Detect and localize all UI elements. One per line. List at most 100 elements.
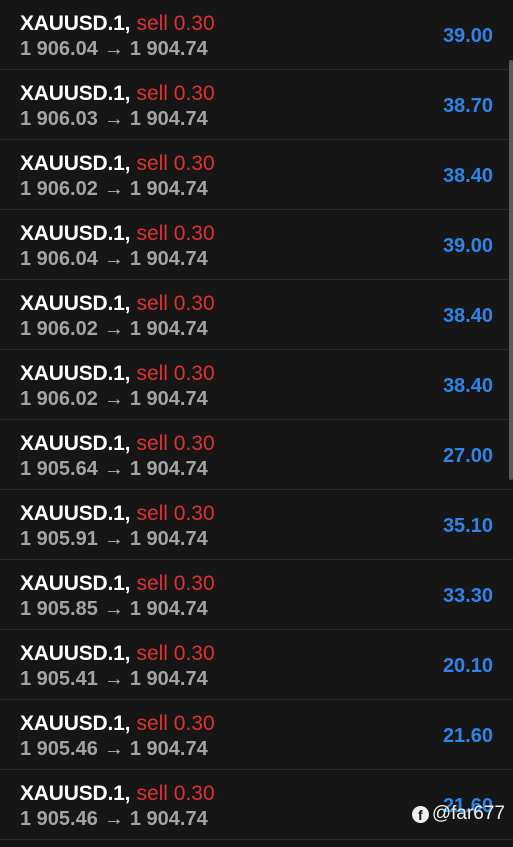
position-row[interactable]: XAUUSD.1, sell 0.30 1 906.04 → 1 904.74 39.… bbox=[0, 210, 513, 280]
position-header: XAUUSD.1, sell 0.30 bbox=[20, 572, 215, 596]
separator: , bbox=[124, 292, 131, 315]
symbol-label: XAUUSD.1 bbox=[20, 502, 125, 525]
price-line: 1 906.04 → 1 904.74 bbox=[20, 247, 208, 271]
symbol-label: XAUUSD.1 bbox=[20, 362, 125, 385]
separator: , bbox=[124, 82, 131, 105]
profit-value: 38.40 bbox=[442, 305, 493, 327]
position-header: XAUUSD.1, sell 0.30 bbox=[20, 502, 215, 526]
profit-value: 39.00 bbox=[442, 25, 493, 47]
position-row[interactable]: XAUUSD.1, sell 0.30 1 905.41 → 1 904.74 20.… bbox=[0, 630, 513, 700]
position-row[interactable]: XAUUSD.1, sell 0.30 1 906.02 → 1 904.74 38.… bbox=[0, 350, 513, 420]
price-line: 1 906.04 → 1 904.74 bbox=[20, 37, 208, 61]
current-price: 1 904.74 bbox=[129, 248, 208, 270]
current-price: 1 904.74 bbox=[129, 808, 208, 830]
profit-value: 38.40 bbox=[442, 165, 493, 187]
position-row[interactable]: XAUUSD.1, sell 0.30 1 906.02 → 1 904.74 38.… bbox=[0, 280, 513, 350]
position-row[interactable]: XAUUSD.1, sell 0.30 1 905.64 → 1 904.74 27.… bbox=[0, 420, 513, 490]
symbol-label: XAUUSD.1 bbox=[20, 222, 125, 245]
price-line: 1 906.02 → 1 904.74 bbox=[20, 387, 208, 411]
profit-value: 35.10 bbox=[442, 515, 493, 537]
position-header: XAUUSD.1, sell 0.30 bbox=[20, 782, 215, 806]
arrow-icon: → bbox=[103, 528, 124, 550]
position-row[interactable]: XAUUSD.1, sell 0.30 1 906.04 → 1 904.74 39.… bbox=[0, 0, 513, 70]
arrow-icon: → bbox=[103, 668, 124, 690]
side-label: sell 0.30 bbox=[136, 12, 215, 35]
side-label: sell 0.30 bbox=[136, 82, 215, 105]
profit-value: 38.40 bbox=[442, 375, 493, 397]
arrow-icon: → bbox=[103, 178, 124, 200]
profit-value: 20.10 bbox=[442, 655, 493, 677]
current-price: 1 904.74 bbox=[129, 598, 208, 620]
current-price: 1 904.74 bbox=[129, 108, 208, 130]
price-line: 1 906.03 → 1 904.74 bbox=[20, 107, 208, 131]
position-row[interactable]: XAUUSD.1, sell 0.30 1 905.91 → 1 904.74 35.… bbox=[0, 490, 513, 560]
price-line: 1 905.46 → 1 904.74 bbox=[20, 737, 208, 761]
separator: , bbox=[124, 432, 131, 455]
arrow-icon: → bbox=[103, 38, 124, 60]
position-header: XAUUSD.1, sell 0.30 bbox=[20, 642, 215, 666]
open-price: 1 906.03 bbox=[20, 108, 98, 130]
current-price: 1 904.74 bbox=[129, 668, 208, 690]
price-line: 1 905.64 → 1 904.74 bbox=[20, 457, 208, 481]
arrow-icon: → bbox=[103, 738, 124, 760]
side-label: sell 0.30 bbox=[136, 572, 215, 595]
position-header: XAUUSD.1, sell 0.30 bbox=[20, 152, 215, 176]
current-price: 1 904.74 bbox=[129, 528, 208, 550]
position-header: XAUUSD.1, sell 0.30 bbox=[20, 82, 215, 106]
position-row[interactable]: XAUUSD.1, sell 0.30 1 905.85 → 1 904.74 33.… bbox=[0, 560, 513, 630]
arrow-icon: → bbox=[103, 808, 124, 830]
current-price: 1 904.74 bbox=[129, 738, 208, 760]
position-header: XAUUSD.1, sell 0.30 bbox=[20, 12, 215, 36]
price-line: 1 905.41 → 1 904.74 bbox=[20, 667, 208, 691]
position-row[interactable]: XAUUSD.1, sell 0.30 1 906.02 → 1 904.74 38.… bbox=[0, 140, 513, 210]
current-price: 1 904.74 bbox=[129, 178, 208, 200]
separator: , bbox=[124, 12, 131, 35]
current-price: 1 904.74 bbox=[129, 38, 208, 60]
open-price: 1 906.04 bbox=[20, 38, 98, 60]
watermark-text: @far677 bbox=[431, 803, 505, 824]
separator: , bbox=[124, 712, 131, 735]
symbol-label: XAUUSD.1 bbox=[20, 152, 125, 175]
profit-value: 21.60 bbox=[442, 725, 493, 747]
arrow-icon: → bbox=[103, 388, 124, 410]
symbol-label: XAUUSD.1 bbox=[20, 712, 125, 735]
arrow-icon: → bbox=[103, 598, 124, 620]
open-price: 1 905.41 bbox=[20, 668, 98, 690]
separator: , bbox=[124, 152, 131, 175]
open-price: 1 905.85 bbox=[20, 598, 98, 620]
symbol-label: XAUUSD.1 bbox=[20, 572, 125, 595]
symbol-label: XAUUSD.1 bbox=[20, 642, 125, 665]
price-line: 1 905.91 → 1 904.74 bbox=[20, 527, 208, 551]
current-price: 1 904.74 bbox=[129, 318, 208, 340]
open-price: 1 905.64 bbox=[20, 458, 98, 480]
separator: , bbox=[124, 502, 131, 525]
position-header: XAUUSD.1, sell 0.30 bbox=[20, 222, 215, 246]
position-header: XAUUSD.1, sell 0.30 bbox=[20, 362, 215, 386]
position-header: XAUUSD.1, sell 0.30 bbox=[20, 432, 215, 456]
current-price: 1 904.74 bbox=[129, 458, 208, 480]
separator: , bbox=[124, 572, 131, 595]
separator: , bbox=[124, 362, 131, 385]
profit-value: 38.70 bbox=[442, 95, 493, 117]
price-line: 1 905.85 → 1 904.74 bbox=[20, 597, 208, 621]
current-price: 1 904.74 bbox=[129, 388, 208, 410]
separator: , bbox=[124, 222, 131, 245]
separator: , bbox=[124, 782, 131, 805]
positions-list: XAUUSD.1, sell 0.30 1 906.04 → 1 904.74 39.… bbox=[0, 0, 513, 840]
price-line: 1 906.02 → 1 904.74 bbox=[20, 177, 208, 201]
symbol-label: XAUUSD.1 bbox=[20, 782, 125, 805]
symbol-label: XAUUSD.1 bbox=[20, 292, 125, 315]
symbol-label: XAUUSD.1 bbox=[20, 82, 125, 105]
position-row[interactable]: XAUUSD.1, sell 0.30 1 905.46 → 1 904.74 21.… bbox=[0, 700, 513, 770]
scrollbar[interactable] bbox=[509, 60, 513, 480]
position-header: XAUUSD.1, sell 0.30 bbox=[20, 292, 215, 316]
side-label: sell 0.30 bbox=[136, 292, 215, 315]
symbol-label: XAUUSD.1 bbox=[20, 12, 125, 35]
open-price: 1 905.46 bbox=[20, 808, 98, 830]
symbol-label: XAUUSD.1 bbox=[20, 432, 125, 455]
position-row[interactable]: XAUUSD.1, sell 0.30 1 906.03 → 1 904.74 38.… bbox=[0, 70, 513, 140]
open-price: 1 906.02 bbox=[20, 388, 98, 410]
separator: , bbox=[124, 642, 131, 665]
profit-value: 39.00 bbox=[442, 235, 493, 257]
side-label: sell 0.30 bbox=[136, 502, 215, 525]
